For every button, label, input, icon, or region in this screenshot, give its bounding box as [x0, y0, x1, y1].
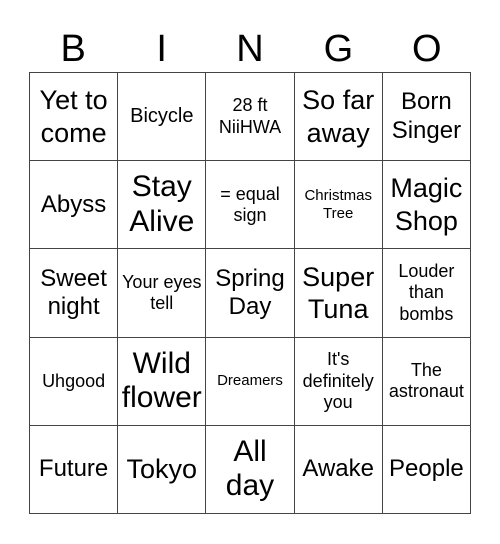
bingo-grid: Yet to come Bicycle 28 ft NiiHWA So far … — [29, 72, 471, 514]
bingo-cell[interactable]: Louder than bombs — [382, 249, 471, 338]
bingo-cell[interactable]: It's definitely you — [294, 337, 383, 426]
header-letter-b: B — [60, 28, 86, 70]
header-letter-n: N — [236, 28, 264, 70]
header-letter-i: I — [156, 28, 167, 70]
bingo-cell[interactable]: The astronaut — [382, 337, 471, 426]
bingo-cell[interactable]: So far away — [294, 73, 383, 162]
bingo-cell[interactable]: People — [382, 425, 471, 514]
bingo-cell[interactable]: Spring Day — [206, 249, 295, 338]
bingo-cell[interactable]: Magic Shop — [382, 161, 471, 250]
bingo-cell[interactable]: Born Singer — [382, 73, 471, 162]
bingo-cell[interactable]: Super Tuna — [294, 249, 383, 338]
bingo-cell[interactable]: Tokyo — [118, 425, 207, 514]
bingo-cell[interactable]: Sweet night — [30, 249, 119, 338]
bingo-cell[interactable]: Dreamers — [206, 337, 295, 426]
bingo-header: B I N G O — [29, 26, 471, 72]
bingo-cell[interactable]: Abyss — [30, 161, 119, 250]
header-letter-o: O — [412, 28, 442, 70]
bingo-cell[interactable]: Stay Alive — [118, 161, 207, 250]
bingo-cell[interactable]: Bicycle — [118, 73, 207, 162]
bingo-cell[interactable]: Future — [30, 425, 119, 514]
bingo-cell[interactable]: 28 ft NiiHWA — [206, 73, 295, 162]
bingo-cell[interactable]: Yet to come — [30, 73, 119, 162]
header-letter-g: G — [323, 28, 354, 70]
bingo-cell[interactable]: Wild flower — [118, 337, 207, 426]
bingo-cell[interactable]: = equal sign — [206, 161, 295, 250]
bingo-cell[interactable]: All day — [206, 425, 295, 514]
bingo-cell[interactable]: Uhgood — [30, 337, 119, 426]
bingo-cell[interactable]: Your eyes tell — [118, 249, 207, 338]
bingo-cell[interactable]: Christmas Tree — [294, 161, 383, 250]
bingo-cell[interactable]: Awake — [294, 425, 383, 514]
